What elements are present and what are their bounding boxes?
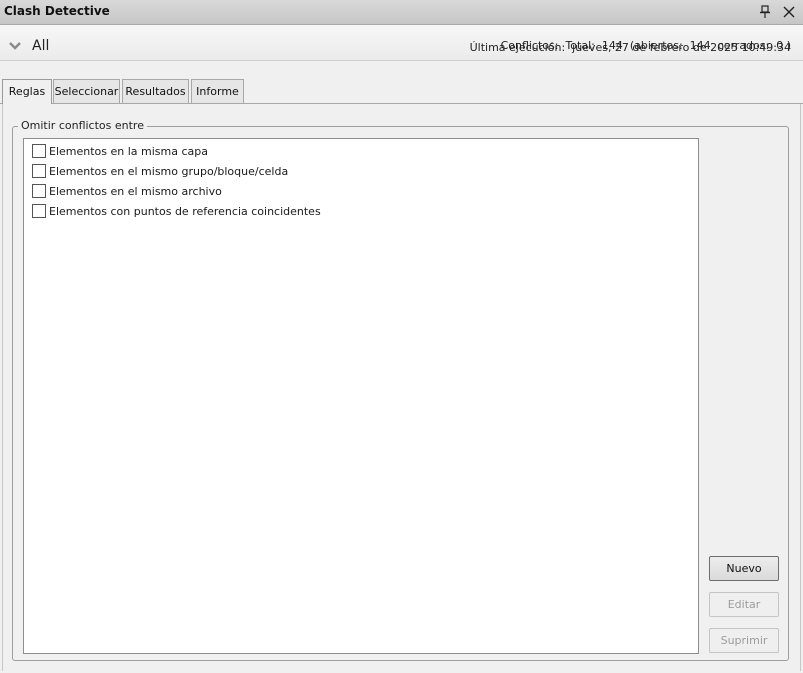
- tab-informe[interactable]: Informe: [191, 79, 244, 103]
- delete-rule-button[interactable]: Suprimir: [709, 628, 779, 653]
- edit-rule-button[interactable]: Editar: [709, 592, 779, 617]
- rule-item[interactable]: Elementos con puntos de referencia coinc…: [32, 203, 321, 219]
- rule-item[interactable]: Elementos en el mismo archivo: [32, 183, 222, 199]
- rule-checkbox[interactable]: [32, 204, 46, 218]
- rule-checkbox[interactable]: [32, 184, 46, 198]
- rule-checkbox[interactable]: [32, 144, 46, 158]
- tab-seleccionar[interactable]: Seleccionar: [53, 79, 120, 103]
- rule-label: Elementos en la misma capa: [49, 144, 208, 158]
- rule-checkbox[interactable]: [32, 164, 46, 178]
- rule-label: Elementos con puntos de referencia coinc…: [49, 204, 321, 218]
- rule-item[interactable]: Elementos en la misma capa: [32, 143, 208, 159]
- test-name[interactable]: All: [32, 38, 49, 54]
- pin-icon[interactable]: [758, 4, 772, 20]
- rules-list[interactable]: Elementos en la misma capa Elementos en …: [23, 138, 699, 654]
- new-rule-button[interactable]: Nuevo: [709, 556, 779, 581]
- tab-reglas[interactable]: Reglas: [2, 79, 52, 104]
- group-label: Omitir conflictos entre: [18, 119, 147, 132]
- close-icon[interactable]: [781, 4, 797, 20]
- window-title: Clash Detective: [4, 4, 110, 18]
- title-bar: Clash Detective: [0, 0, 803, 25]
- tab-resultados[interactable]: Resultados: [122, 79, 189, 103]
- chevron-down-icon[interactable]: [8, 40, 22, 52]
- rule-item[interactable]: Elementos en el mismo grupo/bloque/celda: [32, 163, 288, 179]
- rule-label: Elementos en el mismo archivo: [49, 184, 222, 198]
- conflicts-summary: Conflictos: Total: 144 (abiertos: 144 ce…: [500, 39, 791, 52]
- rule-label: Elementos en el mismo grupo/bloque/celda: [49, 164, 289, 178]
- clash-detective-panel: Clash Detective All Última ejecución: ju…: [0, 0, 803, 673]
